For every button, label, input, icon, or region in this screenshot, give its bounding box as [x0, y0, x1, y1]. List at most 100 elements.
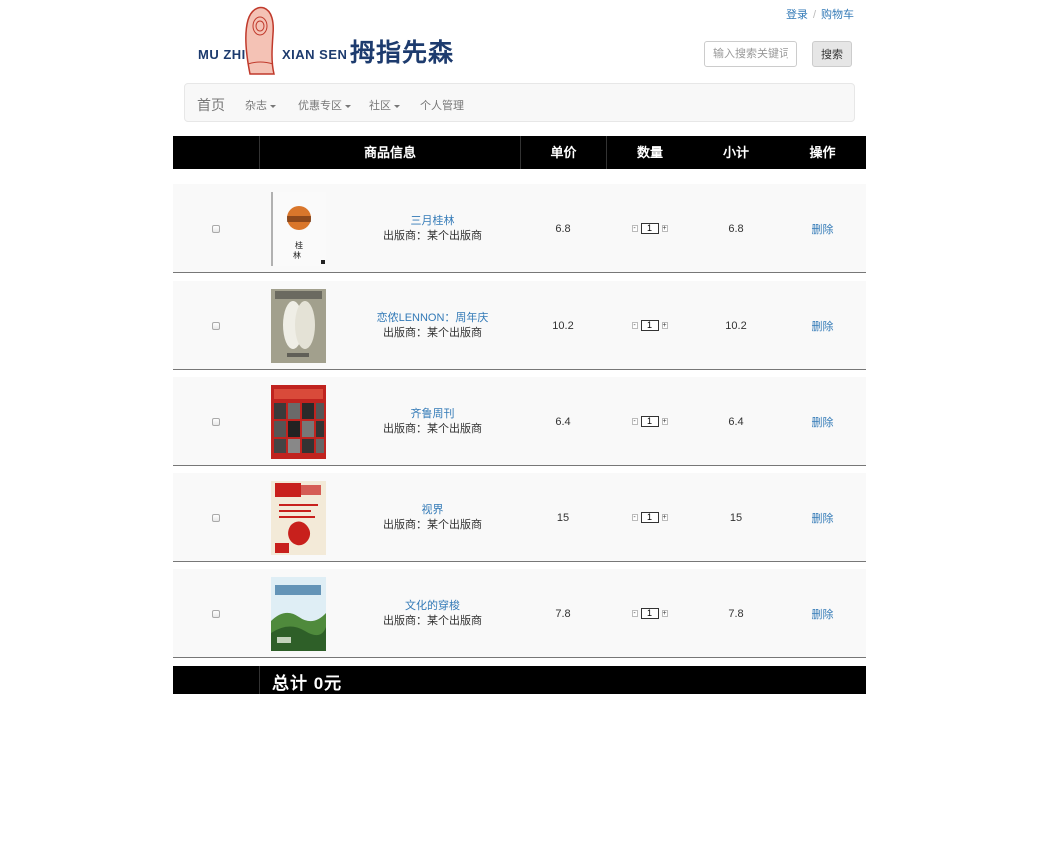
- row-info-cell: 三月桂林 出版商：某个出版商: [345, 184, 520, 273]
- increase-button[interactable]: +: [661, 322, 668, 329]
- product-publisher: 出版商：某个出版商: [383, 326, 482, 339]
- row-info-cell: 视界 出版商：某个出版商: [345, 473, 520, 562]
- row-operation-cell: 删除: [779, 473, 866, 562]
- total-divider: [259, 666, 260, 694]
- magazine-cover-image[interactable]: [271, 384, 326, 459]
- caret-down-icon: [270, 104, 276, 108]
- row-cover-cell: [259, 377, 345, 466]
- logo-text-en-right: XIAN SEN: [282, 47, 348, 62]
- quantity-input[interactable]: 1: [640, 223, 659, 234]
- row-cover-cell: [259, 569, 345, 658]
- search-button[interactable]: 搜索: [812, 41, 852, 67]
- nav-item-label: 社区: [369, 100, 391, 112]
- quantity-stepper: - 1 +: [631, 608, 668, 619]
- product-title-link[interactable]: 文化的穿梭: [405, 599, 460, 614]
- quantity-input[interactable]: 1: [640, 512, 659, 523]
- delete-link[interactable]: 删除: [812, 414, 834, 430]
- login-link[interactable]: 登录: [786, 9, 808, 21]
- site-logo[interactable]: MU ZHI XIAN SEN 拇指先森: [198, 4, 468, 76]
- cart-total-bar: 总计 0元: [173, 666, 866, 694]
- row-select-cell: [173, 473, 259, 562]
- header-subtotal: 小计: [722, 145, 749, 160]
- nav-item-community[interactable]: 社区: [369, 97, 400, 113]
- magazine-cover-image[interactable]: [271, 480, 326, 555]
- quantity-input[interactable]: 1: [640, 320, 659, 331]
- product-title-link[interactable]: 恋侬LENNON：周年庆: [377, 311, 489, 326]
- row-quantity-cell: - 1 +: [606, 281, 693, 370]
- cart-link[interactable]: 购物车: [821, 9, 854, 21]
- row-unit-price: 10.2: [552, 319, 574, 332]
- row-unit-price: 6.8: [555, 222, 571, 235]
- quantity-input[interactable]: 1: [640, 416, 659, 427]
- magazine-cover-image[interactable]: 桂 林: [271, 191, 326, 266]
- increase-button[interactable]: +: [661, 225, 668, 232]
- delete-link[interactable]: 删除: [812, 510, 834, 526]
- logo-text-en-left: MU ZHI: [198, 47, 246, 62]
- row-checkbox[interactable]: [212, 321, 220, 330]
- header-select: [173, 136, 259, 169]
- quantity-stepper: - 1 +: [631, 416, 668, 427]
- row-select-cell: [173, 569, 259, 658]
- decrease-button[interactable]: -: [631, 610, 638, 617]
- delete-link[interactable]: 删除: [812, 606, 834, 622]
- row-info-cell: 恋侬LENNON：周年庆 出版商：某个出版商: [345, 281, 520, 370]
- header-product-info: 商品信息: [259, 136, 520, 169]
- svg-text:桂: 桂: [295, 240, 303, 250]
- table-row: 齐鲁周刊 出版商：某个出版商 6.4 - 1 + 6.4 删除: [173, 377, 866, 466]
- row-operation-cell: 删除: [779, 569, 866, 658]
- decrease-button[interactable]: -: [631, 322, 638, 329]
- row-quantity-cell: - 1 +: [606, 377, 693, 466]
- row-checkbox[interactable]: [212, 513, 220, 522]
- row-subtotal: 6.4: [728, 415, 744, 428]
- table-row: 文化的穿梭 出版商：某个出版商 7.8 - 1 + 7.8 删除: [173, 569, 866, 658]
- nav-item-label: 杂志: [245, 100, 267, 112]
- row-select-cell: [173, 184, 259, 273]
- cart-table-header: 商品信息 单价 数量 小计 操作: [173, 136, 866, 169]
- table-row: 恋侬LENNON：周年庆 出版商：某个出版商 10.2 - 1 + 10.2 删…: [173, 281, 866, 370]
- product-title-link[interactable]: 齐鲁周刊: [411, 407, 455, 422]
- row-select-cell: [173, 377, 259, 466]
- row-info-cell: 齐鲁周刊 出版商：某个出版商: [345, 377, 520, 466]
- decrease-button[interactable]: -: [631, 225, 638, 232]
- nav-item-deals[interactable]: 优惠专区: [298, 97, 351, 113]
- delete-link[interactable]: 删除: [812, 221, 834, 237]
- caret-down-icon: [394, 104, 400, 108]
- row-cover-cell: 桂 林: [259, 184, 345, 273]
- decrease-button[interactable]: -: [631, 514, 638, 521]
- thumb-logo-icon: [245, 6, 275, 75]
- row-checkbox[interactable]: [212, 417, 220, 426]
- row-checkbox[interactable]: [212, 224, 220, 233]
- decrease-button[interactable]: -: [631, 418, 638, 425]
- row-select-cell: [173, 281, 259, 370]
- nav-item-label: 个人管理: [420, 100, 464, 112]
- logo-text-cn: 拇指先森: [350, 39, 455, 67]
- row-subtotal: 15: [729, 511, 743, 524]
- row-unit-price: 15: [556, 511, 570, 524]
- increase-button[interactable]: +: [661, 418, 668, 425]
- row-cover-cell: [259, 281, 345, 370]
- main-navbar: 首页 杂志 优惠专区 社区 个人管理: [184, 83, 855, 122]
- increase-button[interactable]: +: [661, 610, 668, 617]
- quantity-input[interactable]: 1: [640, 608, 659, 619]
- row-unit-price: 7.8: [555, 607, 571, 620]
- magazine-cover-image[interactable]: [271, 288, 326, 363]
- delete-link[interactable]: 删除: [812, 318, 834, 334]
- row-subtotal: 10.2: [725, 319, 747, 332]
- row-checkbox[interactable]: [212, 609, 220, 618]
- nav-item-account[interactable]: 个人管理: [420, 97, 464, 113]
- nav-item-magazines[interactable]: 杂志: [245, 97, 276, 113]
- nav-home[interactable]: 首页: [197, 95, 225, 115]
- row-info-cell: 文化的穿梭 出版商：某个出版商: [345, 569, 520, 658]
- magazine-cover-image[interactable]: [271, 576, 326, 651]
- header-quantity: 数量: [606, 136, 693, 169]
- increase-button[interactable]: +: [661, 514, 668, 521]
- product-title-link[interactable]: 视界: [422, 503, 444, 518]
- header-unit-price: 单价: [520, 136, 606, 169]
- row-unit-price: 6.4: [555, 415, 571, 428]
- header-operation: 操作: [809, 145, 836, 160]
- product-publisher: 出版商：某个出版商: [383, 229, 482, 242]
- product-title-link[interactable]: 三月桂林: [411, 214, 455, 229]
- product-publisher: 出版商：某个出版商: [383, 614, 482, 627]
- search-input[interactable]: [704, 41, 797, 67]
- table-row: 桂 林 三月桂林 出版商：某个出版商 6.8 - 1 + 6.8 删除: [173, 184, 866, 273]
